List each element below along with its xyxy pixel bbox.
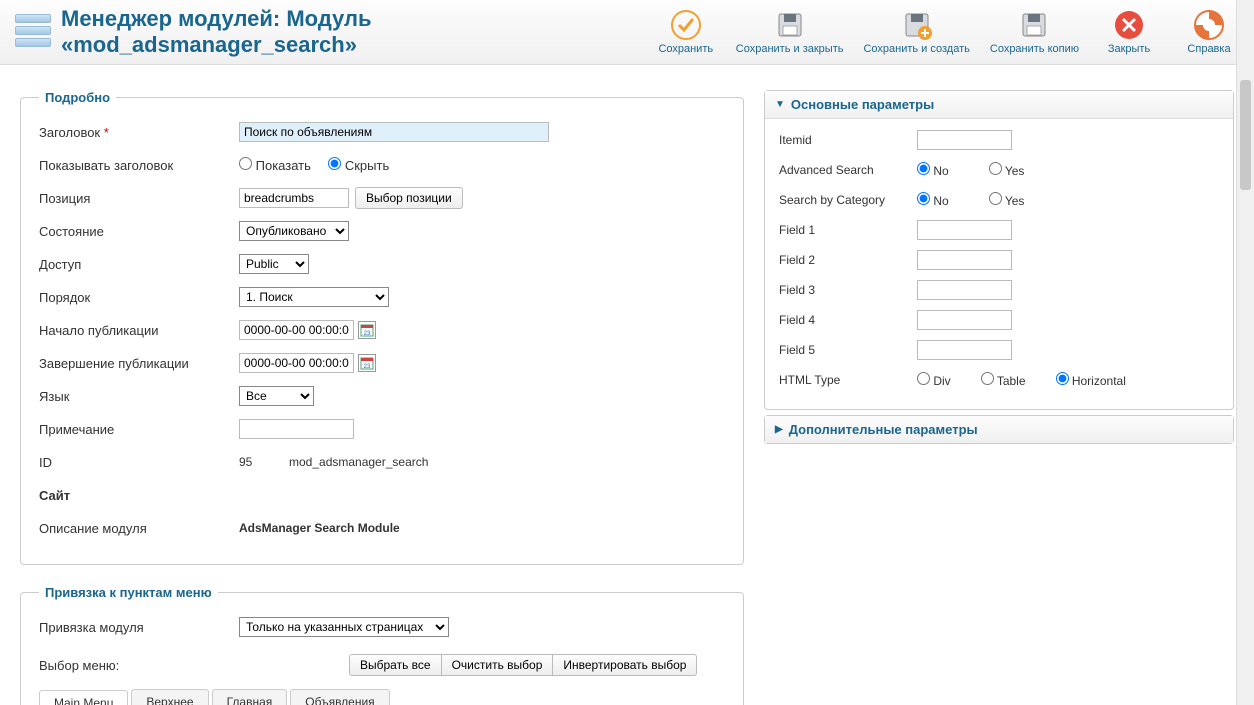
save2new-button[interactable]: Сохранить и создать	[863, 9, 969, 55]
module-icon	[15, 14, 51, 50]
details-fieldset: Подробно Заголовок * Показывать заголово…	[20, 90, 744, 565]
advanced-params-header[interactable]: ▶ Дополнительные параметры	[765, 416, 1233, 443]
position-input[interactable]	[239, 188, 349, 208]
position-select-button[interactable]: Выбор позиции	[355, 187, 463, 209]
adv-search-label: Advanced Search	[779, 163, 917, 177]
html-type-label: HTML Type	[779, 373, 917, 387]
check-icon	[670, 9, 702, 41]
field5-label: Field 5	[779, 343, 917, 357]
cat-search-label: Search by Category	[779, 193, 917, 207]
tab-top[interactable]: Верхнее	[131, 689, 208, 705]
field2-input[interactable]	[917, 250, 1012, 270]
id-label: ID	[39, 455, 239, 470]
topbar: Менеджер модулей: Модуль «mod_adsmanager…	[0, 0, 1254, 65]
access-select[interactable]: Public	[239, 254, 309, 274]
page-title: Менеджер модулей: Модуль «mod_adsmanager…	[61, 6, 656, 58]
cat-no-option[interactable]: No	[917, 192, 949, 208]
chevron-down-icon: ▼	[775, 99, 785, 110]
help-icon	[1193, 9, 1225, 41]
menu-select-label: Выбор меню:	[39, 658, 349, 673]
title-label: Заголовок *	[39, 125, 239, 140]
title-input[interactable]	[239, 122, 549, 142]
description-value: AdsManager Search Module	[239, 521, 400, 535]
html-horizontal-option[interactable]: Horizontal	[1056, 372, 1126, 388]
field4-label: Field 4	[779, 313, 917, 327]
access-label: Доступ	[39, 257, 239, 272]
menu-tabs: Main Menu Верхнее Главная Объявления	[39, 689, 725, 705]
calendar-icon[interactable]: 23	[358, 354, 376, 372]
scroll-handle[interactable]	[1240, 80, 1251, 190]
field1-input[interactable]	[917, 220, 1012, 240]
field1-label: Field 1	[779, 223, 917, 237]
state-label: Состояние	[39, 224, 239, 239]
clear-selection-button[interactable]: Очистить выбор	[441, 654, 554, 676]
invert-selection-button[interactable]: Инвертировать выбор	[552, 654, 697, 676]
save-button[interactable]: Сохранить и закрыть	[736, 9, 844, 55]
apply-button[interactable]: Сохранить	[656, 9, 716, 55]
tab-mainmenu[interactable]: Main Menu	[39, 690, 128, 705]
disk-plus-icon	[901, 9, 933, 41]
pubdown-input[interactable]	[239, 353, 354, 373]
showtitle-show-option[interactable]: Показать	[239, 158, 311, 173]
id-value: 95	[239, 455, 289, 469]
note-input[interactable]	[239, 419, 354, 439]
html-div-option[interactable]: Div	[917, 372, 951, 388]
client-label: Сайт	[39, 488, 239, 503]
assignment-label: Привязка модуля	[39, 620, 239, 635]
svg-text:23: 23	[364, 364, 371, 370]
close-icon	[1113, 9, 1145, 41]
field3-input[interactable]	[917, 280, 1012, 300]
tab-main[interactable]: Главная	[212, 689, 288, 705]
field5-input[interactable]	[917, 340, 1012, 360]
showtitle-label: Показывать заголовок	[39, 158, 239, 173]
chevron-right-icon: ▶	[775, 424, 783, 435]
toolbar: Сохранить Сохранить и закрыть Сохранить …	[656, 9, 1239, 55]
state-select[interactable]: Опубликовано	[239, 221, 349, 241]
field3-label: Field 3	[779, 283, 917, 297]
disk-icon	[774, 9, 806, 41]
basic-params-panel: ▼ Основные параметры Itemid Advanced Sea…	[764, 90, 1234, 410]
showtitle-hide-option[interactable]: Скрыть	[328, 158, 389, 173]
svg-text:23: 23	[364, 331, 371, 337]
html-table-option[interactable]: Table	[981, 372, 1026, 388]
assignment-select[interactable]: Только на указанных страницах	[239, 617, 449, 637]
details-legend: Подробно	[39, 90, 116, 105]
module-name-value: mod_adsmanager_search	[289, 455, 428, 469]
language-label: Язык	[39, 389, 239, 404]
field4-input[interactable]	[917, 310, 1012, 330]
help-button[interactable]: Справка	[1179, 9, 1239, 55]
pubdown-label: Завершение публикации	[39, 356, 239, 371]
itemid-label: Itemid	[779, 133, 917, 147]
cat-yes-option[interactable]: Yes	[989, 192, 1025, 208]
basic-params-header[interactable]: ▼ Основные параметры	[765, 91, 1233, 119]
scrollbar[interactable]	[1236, 0, 1254, 705]
save2copy-button[interactable]: Сохранить копию	[990, 9, 1079, 55]
tab-ads[interactable]: Объявления	[290, 689, 389, 705]
calendar-icon[interactable]: 23	[358, 321, 376, 339]
ordering-select[interactable]: 1. Поиск	[239, 287, 389, 307]
cancel-button[interactable]: Закрыть	[1099, 9, 1159, 55]
select-all-button[interactable]: Выбрать все	[349, 654, 442, 676]
pubup-label: Начало публикации	[39, 323, 239, 338]
assignment-legend: Привязка к пунктам меню	[39, 585, 218, 600]
field2-label: Field 2	[779, 253, 917, 267]
description-label: Описание модуля	[39, 521, 239, 536]
ordering-label: Порядок	[39, 290, 239, 305]
advanced-params-panel: ▶ Дополнительные параметры	[764, 415, 1234, 444]
adv-yes-option[interactable]: Yes	[989, 162, 1025, 178]
note-label: Примечание	[39, 422, 239, 437]
disk-copy-icon	[1018, 9, 1050, 41]
itemid-input[interactable]	[917, 130, 1012, 150]
adv-no-option[interactable]: No	[917, 162, 949, 178]
assignment-fieldset: Привязка к пунктам меню Привязка модуля …	[20, 585, 744, 705]
pubup-input[interactable]	[239, 320, 354, 340]
language-select[interactable]: Все	[239, 386, 314, 406]
position-label: Позиция	[39, 191, 239, 206]
